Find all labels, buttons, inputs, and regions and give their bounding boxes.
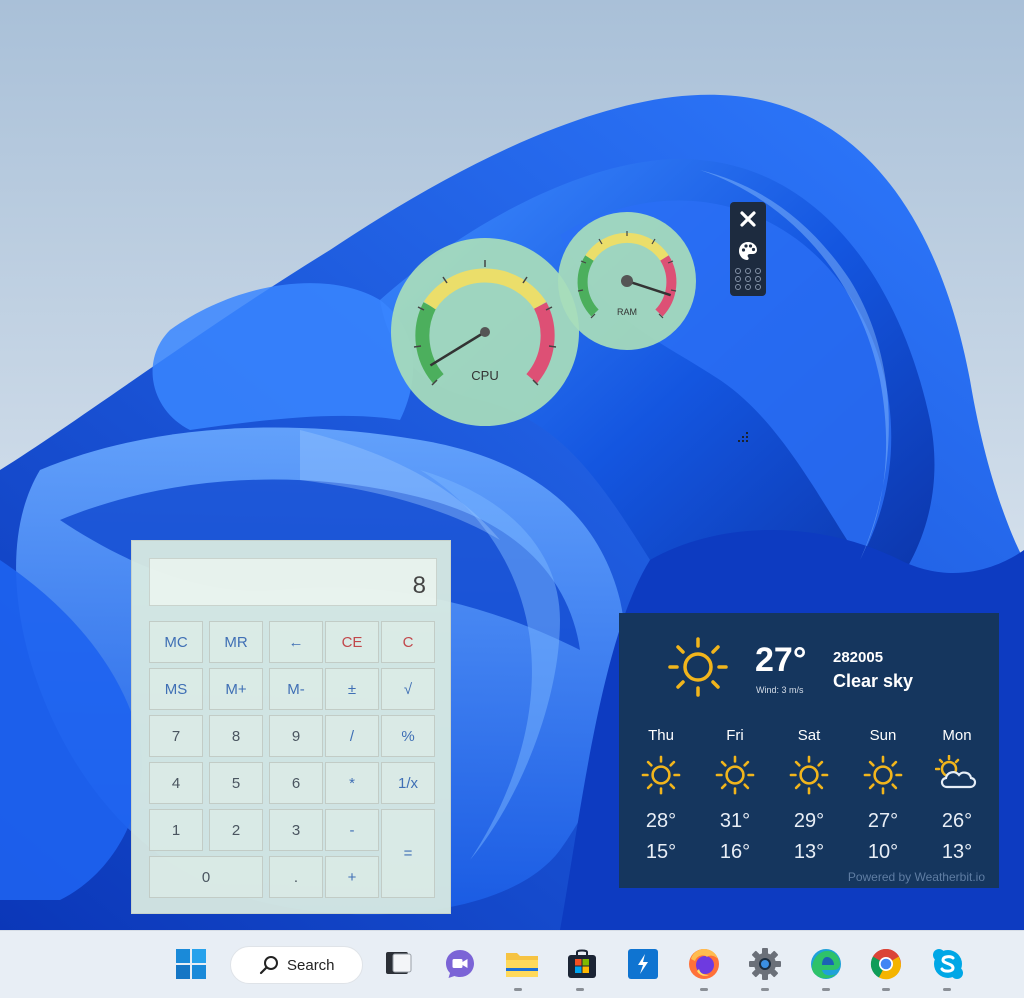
running-indicator (943, 988, 951, 991)
key-ce[interactable]: CE (325, 621, 379, 663)
key-backspace[interactable]: ← (269, 621, 323, 663)
key-8[interactable]: 8 (209, 715, 263, 757)
key-sqrt[interactable]: √ (381, 668, 435, 710)
key-equals[interactable]: = (381, 809, 435, 898)
key-9[interactable]: 9 (269, 715, 323, 757)
cpu-label: CPU (471, 368, 499, 383)
forecast-day: Sat (797, 727, 821, 744)
skype-icon[interactable] (930, 946, 966, 982)
forecast-high: 29° (793, 810, 825, 832)
key-decimal[interactable]: . (269, 856, 323, 898)
forecast-low: 15° (645, 841, 677, 863)
forecast-high: 28° (645, 810, 677, 832)
key-2[interactable]: 2 (209, 809, 263, 851)
search-icon (259, 956, 278, 975)
file-explorer-icon[interactable] (504, 946, 540, 982)
forecast-low: 13° (793, 841, 825, 863)
key-percent[interactable]: % (381, 715, 435, 757)
running-indicator (514, 988, 522, 991)
current-temperature: 27° (755, 641, 807, 679)
drag-grip-icon[interactable] (735, 268, 761, 290)
running-indicator (882, 988, 890, 991)
running-indicator (822, 988, 830, 991)
forecast-day: Fri (726, 727, 744, 744)
running-indicator (761, 988, 769, 991)
key-plus-minus[interactable]: ± (325, 668, 379, 710)
sun-icon (789, 755, 829, 795)
key-add[interactable]: + (325, 856, 379, 898)
forecast-day: Mon (942, 727, 972, 744)
key-mr[interactable]: MR (209, 621, 263, 663)
forecast-high: 26° (941, 810, 973, 832)
key-reciprocal[interactable]: 1/x (381, 762, 435, 804)
forecast-day: Sun (869, 727, 897, 744)
partly-cloudy-icon (935, 755, 977, 789)
sun-icon (668, 637, 728, 697)
teams-chat-icon[interactable] (442, 946, 478, 982)
running-indicator (576, 988, 584, 991)
key-mc[interactable]: MC (149, 621, 203, 663)
key-divide[interactable]: / (325, 715, 379, 757)
key-ms[interactable]: MS (149, 668, 203, 710)
close-icon[interactable] (732, 204, 764, 234)
cpu-gauge[interactable]: CPU (390, 237, 580, 427)
key-4[interactable]: 4 (149, 762, 203, 804)
key-1[interactable]: 1 (149, 809, 203, 851)
forecast-low: 16° (719, 841, 751, 863)
current-condition: Clear sky (833, 671, 914, 691)
key-0[interactable]: 0 (149, 856, 263, 898)
resize-grip-icon[interactable] (734, 430, 754, 446)
key-3[interactable]: 3 (269, 809, 323, 851)
sun-icon (863, 755, 903, 795)
key-6[interactable]: 6 (269, 762, 323, 804)
task-view-icon[interactable] (380, 946, 416, 982)
weather-gadget[interactable]: 27° Wind: 3 m/s 282005 Clear sky Thu Fri… (619, 613, 999, 888)
gadget-toolbar (730, 202, 766, 296)
search-label: Search (287, 956, 335, 974)
chrome-browser-icon[interactable] (868, 946, 904, 982)
cpu-gauge-dial (391, 238, 579, 426)
forecast-low: 10° (867, 841, 899, 863)
key-5[interactable]: 5 (209, 762, 263, 804)
location-code: 282005 (833, 649, 884, 666)
ram-gauge-dial (558, 212, 696, 350)
forecast-high: 27° (867, 810, 899, 832)
taskbar-search[interactable]: Search (230, 946, 363, 984)
forecast-day: Thu (648, 727, 674, 744)
key-7[interactable]: 7 (149, 715, 203, 757)
firefox-icon[interactable] (686, 946, 722, 982)
forecast-high: 31° (719, 810, 751, 832)
key-c[interactable]: C (381, 621, 435, 663)
calculator-gadget: 8 MC MR ← CE C MS M+ M- ± √ 7 8 9 / % 4 … (131, 540, 451, 914)
powered-by-link[interactable]: Powered by Weatherbit.io (848, 870, 985, 884)
ram-gauge[interactable]: RAM (557, 211, 697, 351)
microsoft-store-icon[interactable] (564, 946, 600, 982)
key-subtract[interactable]: - (325, 809, 379, 851)
key-multiply[interactable]: * (325, 762, 379, 804)
forecast-low: 13° (941, 841, 973, 863)
key-m-minus[interactable]: M- (269, 668, 323, 710)
edge-browser-icon[interactable] (808, 946, 844, 982)
sun-icon (641, 755, 681, 795)
palette-icon[interactable] (732, 236, 764, 266)
windows-start-icon[interactable] (173, 946, 209, 982)
wind-speed: Wind: 3 m/s (756, 685, 804, 695)
ram-label: RAM (617, 307, 637, 317)
running-indicator (700, 988, 708, 991)
taskbar: Search (0, 930, 1024, 998)
sun-icon (715, 755, 755, 795)
visual-studio-icon[interactable] (625, 946, 661, 982)
settings-gear-icon[interactable] (747, 946, 783, 982)
key-m-plus[interactable]: M+ (209, 668, 263, 710)
calculator-display: 8 (149, 558, 437, 606)
